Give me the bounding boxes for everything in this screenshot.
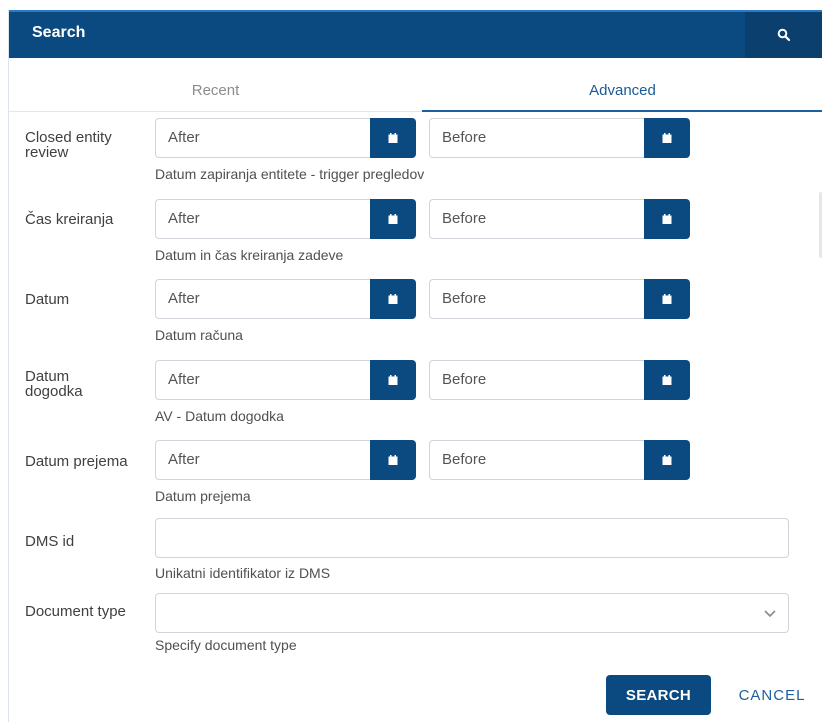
before-date-picker-button[interactable]	[644, 360, 690, 400]
before-date-input[interactable]: Before	[429, 360, 644, 400]
after-date-group: After	[155, 360, 416, 400]
field-label-document-type: Document type	[25, 603, 126, 620]
after-date-input[interactable]: After	[155, 440, 370, 480]
after-date-input[interactable]: After	[155, 360, 370, 400]
field-label-datum-dogodka: Datum dogodka	[25, 368, 83, 400]
search-panel: Search Recent Advanced Closed entity rev…	[8, 10, 822, 722]
after-date-group: After	[155, 440, 416, 480]
before-date-input[interactable]: Before	[429, 279, 644, 319]
tab-bar: Recent Advanced	[9, 70, 822, 112]
field-helper-datum-dogodka: AV - Datum dogodka	[155, 408, 284, 424]
calendar-icon	[388, 294, 398, 304]
before-date-group: Before	[429, 118, 690, 158]
field-label-dms-id: DMS id	[25, 533, 75, 550]
after-date-group: After	[155, 118, 416, 158]
calendar-icon	[388, 133, 398, 143]
calendar-icon	[662, 294, 672, 304]
field-helper-cas-kreiranja: Datum in čas kreiranja zadeve	[155, 247, 344, 263]
before-date-picker-button[interactable]	[644, 118, 690, 158]
header-title: Search	[32, 24, 86, 41]
calendar-icon	[662, 455, 672, 465]
after-date-picker-button[interactable]	[370, 118, 416, 158]
field-helper-dms-id: Unikatni identifikator iz DMS	[155, 565, 331, 581]
field-label-cas-kreiranja: Čas kreiranja	[25, 211, 114, 228]
after-date-input[interactable]: After	[155, 199, 370, 239]
search-header: Search	[9, 10, 822, 58]
after-date-picker-button[interactable]	[370, 279, 416, 319]
after-date-group: After	[155, 199, 416, 239]
before-date-input[interactable]: Before	[429, 199, 644, 239]
chevron-down-icon	[764, 610, 776, 618]
calendar-icon	[388, 214, 398, 224]
before-date-group: Before	[429, 360, 690, 400]
calendar-icon	[388, 375, 398, 385]
before-date-input[interactable]: Before	[429, 118, 644, 158]
calendar-icon	[662, 375, 672, 385]
before-date-picker-button[interactable]	[644, 279, 690, 319]
document-type-select[interactable]	[155, 593, 789, 633]
after-date-picker-button[interactable]	[370, 360, 416, 400]
before-date-group: Before	[429, 279, 690, 319]
after-date-picker-button[interactable]	[370, 440, 416, 480]
before-date-group: Before	[429, 199, 690, 239]
before-date-picker-button[interactable]	[644, 440, 690, 480]
tab-advanced[interactable]: Advanced	[422, 70, 822, 112]
field-helper-document-type: Specify document type	[155, 637, 297, 653]
before-date-group: Before	[429, 440, 690, 480]
after-date-input[interactable]: After	[155, 118, 370, 158]
before-date-input[interactable]: Before	[429, 440, 644, 480]
search-icon	[777, 28, 791, 42]
before-date-picker-button[interactable]	[644, 199, 690, 239]
field-helper-datum: Datum računa	[155, 327, 243, 343]
header-search-button[interactable]	[745, 12, 822, 58]
tab-recent[interactable]: Recent	[9, 70, 422, 110]
tab-divider	[9, 111, 422, 112]
field-label-datum: Datum	[25, 291, 70, 308]
dms-id-input[interactable]	[155, 518, 789, 558]
calendar-icon	[388, 455, 398, 465]
calendar-icon	[662, 133, 672, 143]
after-date-picker-button[interactable]	[370, 199, 416, 239]
search-button[interactable]: SEARCH	[606, 675, 711, 715]
calendar-icon	[662, 214, 672, 224]
field-label-closed-entity-review: Closed entity review	[25, 129, 112, 161]
after-date-group: After	[155, 279, 416, 319]
after-date-input[interactable]: After	[155, 279, 370, 319]
field-helper-datum-prejema: Datum prejema	[155, 488, 251, 504]
field-label-datum-prejema: Datum prejema	[25, 453, 128, 470]
cancel-button[interactable]: CANCEL	[727, 675, 817, 715]
field-helper-closed-entity-review: Datum zapiranja entitete - trigger pregl…	[155, 166, 425, 182]
